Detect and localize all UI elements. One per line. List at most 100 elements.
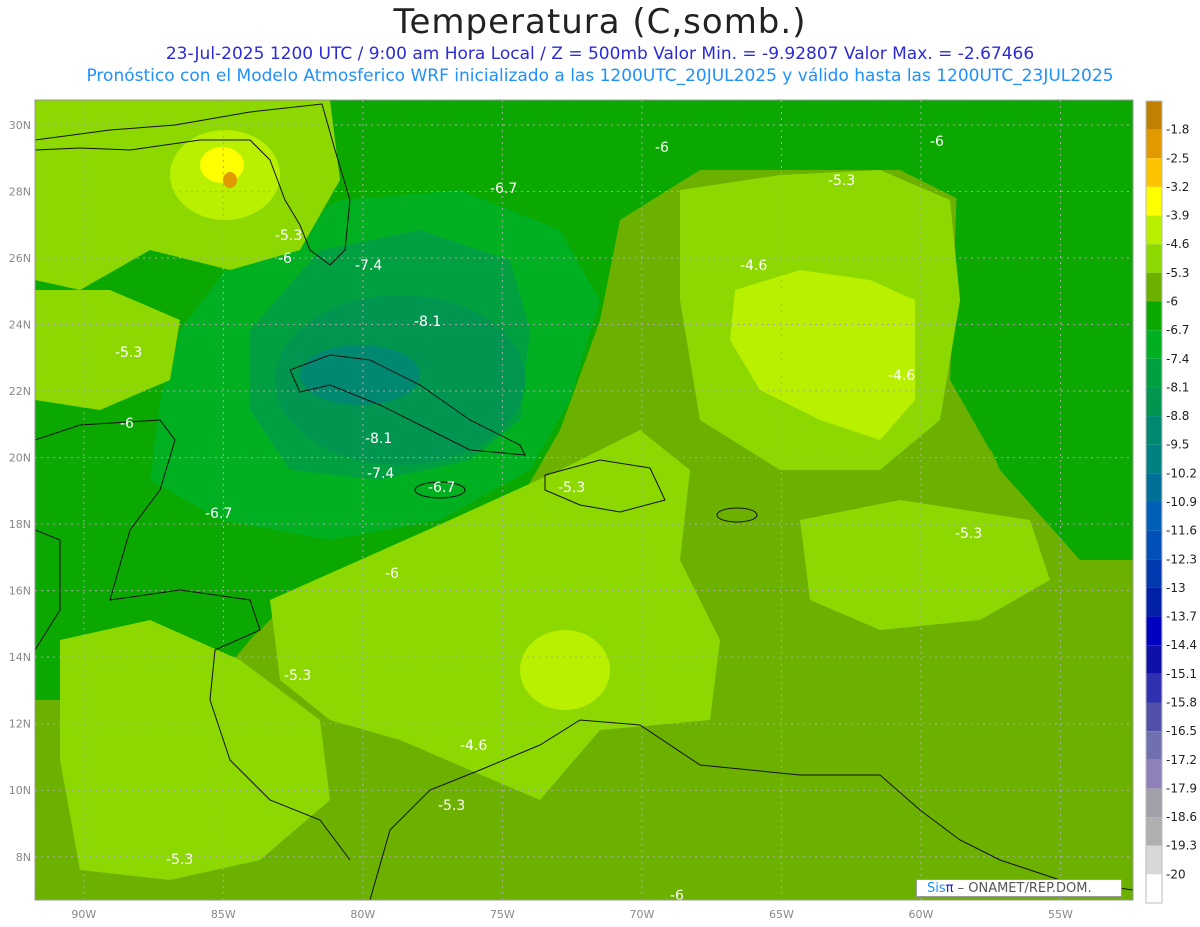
lat-tick-label: 30N [9, 119, 31, 132]
lat-tick-label: 18N [9, 518, 31, 531]
contour-label: -5.3 [166, 852, 193, 868]
colorbar-swatch [1146, 101, 1162, 130]
contour-label: -5.3 [438, 798, 465, 814]
contour-label: -7.4 [355, 258, 382, 274]
lat-tick-label: 14N [9, 651, 31, 664]
colorbar-label: -5.3 [1166, 266, 1189, 280]
credit-box: Sisπ – ONAMET/REP.DOM. [916, 879, 1122, 897]
colorbar-swatch [1146, 158, 1162, 187]
colorbar-label: -7.4 [1166, 352, 1189, 366]
colorbar-swatch [1146, 845, 1162, 875]
band-95 [300, 345, 420, 405]
colorbar-label: -17.2 [1166, 753, 1197, 767]
contour-label: -6.7 [428, 480, 455, 496]
colorbar-swatch [1146, 244, 1162, 273]
lon-tick-label: 80W [350, 908, 375, 921]
contour-label: -6 [930, 134, 944, 150]
colorbar-swatch [1146, 387, 1162, 417]
temperature-map: -6 -6 -5.3 -6.7 -5.3 -6 -7.4 -4.6 -8.1 -… [9, 99, 1197, 921]
colorbar-swatch [1146, 186, 1162, 216]
lon-tick-label: 90W [71, 908, 96, 921]
colorbar-swatch [1146, 788, 1162, 818]
colorbar-label: -6.7 [1166, 323, 1189, 337]
colorbar-swatch [1146, 502, 1162, 531]
lon-tick-label: 55W [1048, 908, 1073, 921]
colorbar-label: -17.9 [1166, 781, 1197, 795]
contour-label: -5.3 [284, 668, 311, 684]
colorbar-swatch [1146, 416, 1162, 445]
lat-tick-label: 12N [9, 718, 31, 731]
colorbar-label: -11.6 [1166, 524, 1197, 538]
colorbar-swatch [1146, 129, 1162, 159]
contour-label: -6 [655, 140, 669, 156]
colorbar-swatch [1146, 731, 1162, 760]
colorbar-swatch [1146, 645, 1162, 674]
contour-label: -5.3 [558, 480, 585, 496]
contour-label: -6 [278, 251, 292, 267]
colorbar-label: -13 [1166, 581, 1186, 595]
colorbar-label: -10.9 [1166, 495, 1197, 509]
colorbar-swatch [1146, 272, 1162, 302]
lat-tick-label: 10N [9, 784, 31, 797]
contour-label: -8.1 [365, 431, 392, 447]
contour-label: -6 [385, 566, 399, 582]
colorbar-swatch [1146, 874, 1162, 903]
colorbar-label: -13.7 [1166, 610, 1197, 624]
lon-tick-label: 65W [769, 908, 794, 921]
yellow-core [200, 147, 244, 183]
colorbar-swatch [1146, 702, 1162, 732]
colorbar-swatch [1146, 587, 1162, 617]
lat-tick-label: 28N [9, 185, 31, 198]
contour-label: -4.6 [888, 368, 915, 384]
contour-label: -6.7 [490, 181, 517, 197]
credit-text: – ONAMET/REP.DOM. [953, 881, 1092, 896]
colorbar-swatch [1146, 330, 1162, 359]
colorbar-label: -3.2 [1166, 180, 1189, 194]
colorbar-swatch [1146, 301, 1162, 331]
lat-tick-label: 16N [9, 585, 31, 598]
colorbar-label: -18.6 [1166, 810, 1197, 824]
colorbar: -1.8 -2.5 -3.2 -3.9 -4.6 -5.3 -6 -6.7 -7.4 -8.1 -8… [1145, 100, 1197, 904]
colorbar-swatch [1146, 673, 1162, 703]
colorbar-label: -8.8 [1166, 409, 1189, 423]
colorbar-label: -4.6 [1166, 237, 1189, 251]
colorbar-label: -1.8 [1166, 123, 1189, 137]
colorbar-label: -15.1 [1166, 667, 1197, 681]
lon-tick-label: 85W [211, 908, 236, 921]
lon-tick-label: 70W [629, 908, 654, 921]
contour-label: -6 [670, 888, 684, 904]
colorbar-label: -3.9 [1166, 209, 1189, 223]
lat-tick-label: 26N [9, 252, 31, 265]
colorbar-swatch [1146, 215, 1162, 245]
colorbar-label: -8.1 [1166, 380, 1189, 394]
lat-tick-label: 20N [9, 452, 31, 465]
light-central-core [520, 630, 610, 710]
colorbar-label: -14.4 [1166, 638, 1197, 652]
colorbar-label: -20 [1166, 867, 1186, 881]
colorbar-label: -10.2 [1166, 466, 1197, 480]
colorbar-swatch [1146, 358, 1162, 388]
contour-label: -5.3 [275, 228, 302, 244]
contour-label: -5.3 [828, 173, 855, 189]
contour-label: -8.1 [414, 314, 441, 330]
colorbar-swatch [1146, 817, 1162, 846]
colorbar-label: -15.8 [1166, 696, 1197, 710]
colorbar-label: -19.3 [1166, 839, 1197, 853]
contour-label: -6.7 [205, 506, 232, 522]
contour-label: -4.6 [740, 258, 767, 274]
colorbar-swatch [1146, 530, 1162, 560]
contour-label: -6 [120, 416, 134, 432]
orange-core [223, 172, 237, 188]
colorbar-label: -6 [1166, 295, 1178, 309]
lat-tick-label: 8N [16, 851, 31, 864]
shaded-field [35, 100, 1133, 900]
colorbar-swatch [1146, 616, 1162, 646]
colorbar-swatch [1146, 559, 1162, 588]
contour-label: -5.3 [955, 526, 982, 542]
colorbar-swatch [1146, 444, 1162, 474]
lon-tick-label: 75W [490, 908, 515, 921]
sispi-logo: Sis [927, 881, 946, 896]
colorbar-swatch [1146, 759, 1162, 789]
contour-label: -4.6 [460, 738, 487, 754]
contour-label: -5.3 [115, 345, 142, 361]
